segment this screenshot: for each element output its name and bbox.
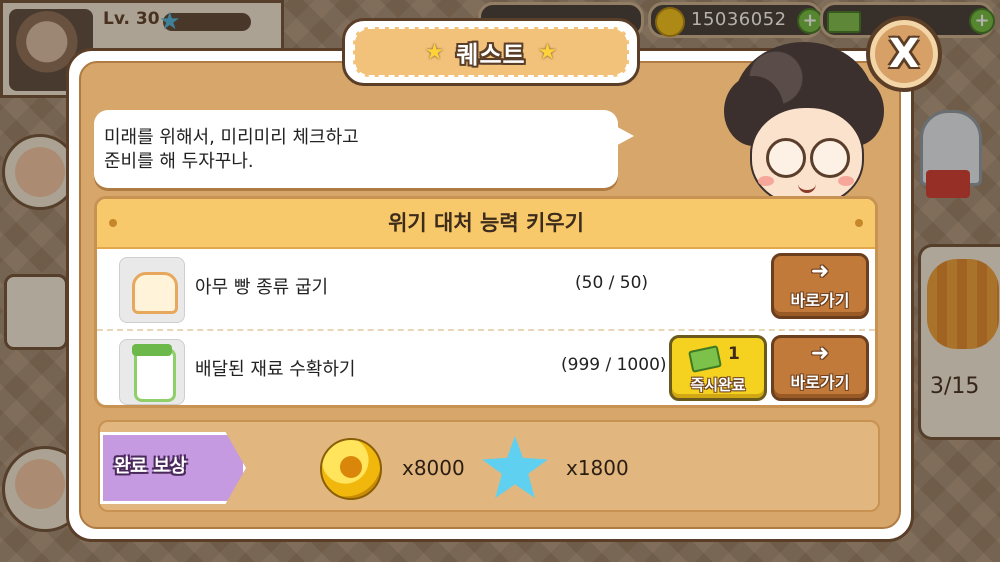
grandma-character bbox=[724, 36, 884, 206]
quest-progress: (999 / 1000) bbox=[561, 355, 667, 375]
npc-speech-text: 미래를 위해서, 미리미리 체크하고 준비를 해 두자꾸나. bbox=[104, 127, 359, 172]
cheek-right bbox=[838, 176, 854, 186]
apple-emblem-icon bbox=[340, 456, 362, 478]
glasses-right bbox=[810, 138, 850, 178]
quest-row: 아무 빵 종류 굽기 (50 / 50) ➜ 바로가기 bbox=[97, 249, 875, 331]
reward-label: 완료 보상 bbox=[114, 456, 187, 477]
quest-progress: (50 / 50) bbox=[575, 273, 649, 293]
reward-star-amount: x1800 bbox=[566, 456, 629, 480]
instant-cost: 1 bbox=[728, 344, 740, 364]
close-icon: X bbox=[888, 31, 920, 77]
go-to-button[interactable]: ➜ 바로가기 bbox=[771, 253, 869, 319]
quest-name: 배달된 재료 수확하기 bbox=[195, 359, 356, 380]
instant-complete-label: 즉시완료 bbox=[690, 376, 746, 394]
go-to-button[interactable]: ➜ 바로가기 bbox=[771, 335, 869, 401]
flour-sack-icon bbox=[119, 339, 185, 405]
dialog-title: 퀘스트 bbox=[456, 40, 526, 69]
cheek-left bbox=[758, 176, 774, 186]
reward-gold-amount: x8000 bbox=[402, 456, 465, 480]
arrow-right-icon: ➜ bbox=[810, 341, 830, 366]
sack-shape bbox=[134, 348, 176, 402]
instant-complete-button[interactable]: 1 즉시완료 bbox=[669, 335, 767, 401]
sack-top bbox=[132, 344, 172, 356]
quest-group-title: 위기 대처 능력 키우기 bbox=[388, 211, 584, 235]
glasses-left bbox=[766, 138, 806, 178]
star-icon: ★ bbox=[537, 39, 558, 65]
arrow-right-icon: ➜ bbox=[810, 259, 830, 284]
quest-row: 배달된 재료 수확하기 (999 / 1000) 1 즉시완료 ➜ 바로가기 bbox=[97, 331, 875, 405]
header-dot bbox=[855, 219, 863, 227]
bread-shape bbox=[132, 272, 178, 314]
bread-icon bbox=[119, 257, 185, 323]
go-to-label: 바로가기 bbox=[790, 373, 850, 392]
quest-name: 아무 빵 종류 굽기 bbox=[195, 277, 329, 298]
npc-mouth bbox=[798, 182, 816, 193]
dialog-title-tab: ★ 퀘스트 ★ bbox=[342, 18, 640, 86]
npc-face bbox=[750, 106, 864, 206]
go-to-label: 바로가기 bbox=[790, 291, 850, 310]
star-icon: ★ bbox=[424, 39, 445, 65]
quest-group-header: 위기 대처 능력 키우기 bbox=[97, 199, 875, 249]
quest-list-panel: 위기 대처 능력 키우기 아무 빵 종류 굽기 (50 / 50) ➜ 바로가기… bbox=[94, 196, 878, 408]
gold-coin-icon bbox=[320, 438, 382, 500]
cash-icon bbox=[688, 345, 722, 373]
dialog-title-inner: ★ 퀘스트 ★ bbox=[353, 27, 629, 77]
speech-bubble-tail bbox=[612, 124, 634, 148]
